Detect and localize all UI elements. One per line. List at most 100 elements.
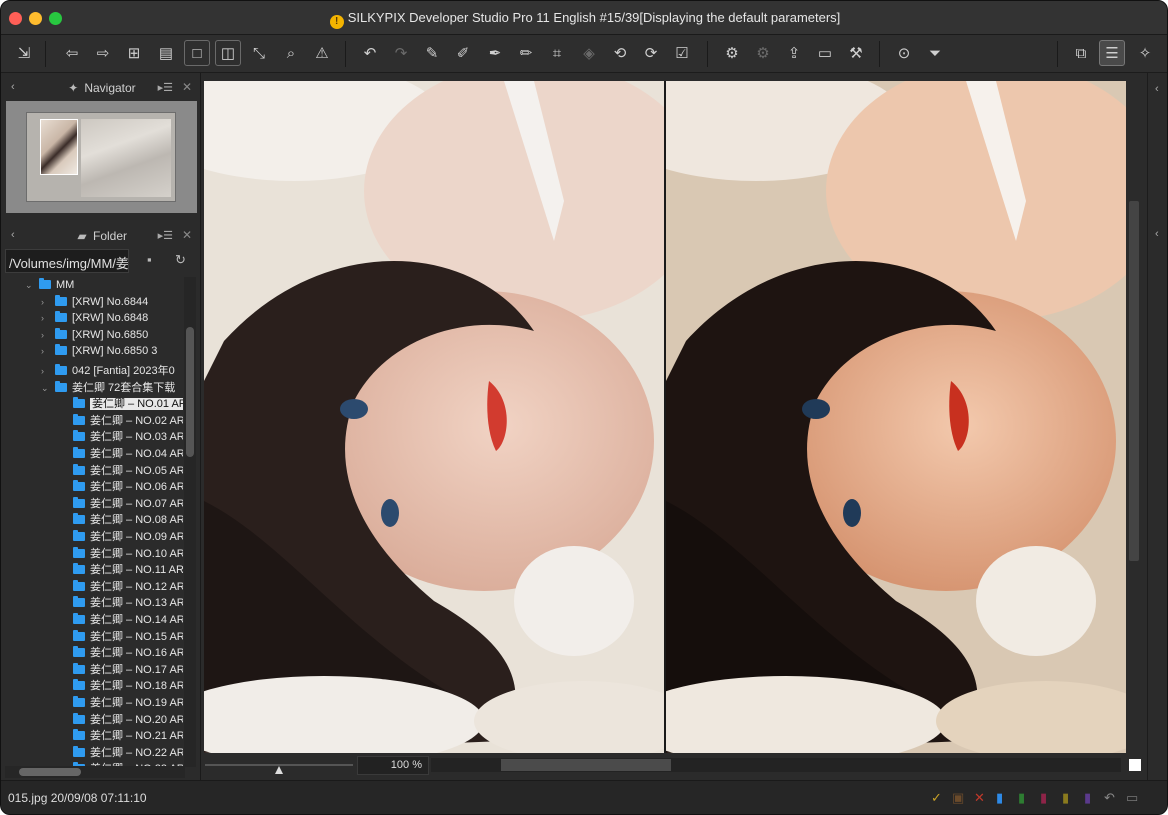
- develop-tool-icon[interactable]: ✎: [419, 40, 445, 66]
- check-mark-icon[interactable]: ✓: [931, 790, 942, 806]
- filmstrip-view-icon[interactable]: ▤: [153, 40, 179, 66]
- chevron-right-icon[interactable]: ›: [41, 330, 55, 340]
- batch-icon[interactable]: ⚙: [719, 40, 745, 66]
- tree-item[interactable]: 姜仁卿 – NO.02 AR: [73, 412, 183, 428]
- tag-blue-icon[interactable]: ▮: [996, 790, 1003, 806]
- rotate-left-icon[interactable]: ⟲: [607, 40, 633, 66]
- compare-view-icon[interactable]: ◫: [215, 40, 241, 66]
- tree-item[interactable]: 姜仁卿 – NO.16 AR: [73, 644, 183, 660]
- tree-item[interactable]: 姜仁卿 – NO.04 AR: [73, 445, 183, 461]
- zoom-slider-knob[interactable]: [275, 766, 283, 774]
- undo-icon[interactable]: ↶: [357, 40, 383, 66]
- chevron-right-icon[interactable]: ›: [41, 297, 55, 307]
- tree-item[interactable]: 姜仁卿 – NO.17 AR: [73, 661, 183, 677]
- paste-all-icon[interactable]: ✏: [513, 40, 539, 66]
- loupe-search-icon[interactable]: ⊙: [891, 40, 917, 66]
- brush-icon[interactable]: ✧: [1132, 40, 1158, 66]
- paste-params-icon[interactable]: ✒: [482, 40, 508, 66]
- viewer-vertical-thumb[interactable]: [1129, 201, 1139, 561]
- filter-icon[interactable]: ⏷: [922, 40, 948, 66]
- hammer-icon[interactable]: ⚒: [843, 40, 869, 66]
- tree-item[interactable]: 姜仁卿 – NO.19 AR: [73, 694, 183, 710]
- tree-item[interactable]: 姜仁卿 – NO.11 AR: [73, 561, 183, 577]
- tree-item[interactable]: 姜仁卿 – NO.08 AR: [73, 511, 183, 527]
- expand-right-icon[interactable]: ‹: [1155, 228, 1159, 240]
- chevron-down-icon[interactable]: ⌄: [41, 383, 55, 394]
- single-view-icon[interactable]: □: [184, 40, 210, 66]
- tree-item[interactable]: › [XRW] No.6850: [41, 327, 148, 345]
- tree-item[interactable]: 姜仁卿 – NO.05 AR: [73, 462, 183, 478]
- viewer-horizontal-thumb[interactable]: [501, 759, 671, 771]
- panel-menu-icon[interactable]: ▸☰: [158, 229, 173, 242]
- tree-item[interactable]: 姜仁卿 – NO.07 AR: [73, 495, 183, 511]
- preview-after[interactable]: [666, 81, 1126, 753]
- tree-item[interactable]: ⌄ MM: [25, 278, 74, 295]
- redo-icon[interactable]: ↷: [388, 40, 414, 66]
- crop-icon[interactable]: ⌗: [544, 40, 570, 66]
- tree-item[interactable]: 姜仁卿 – NO.06 AR: [73, 478, 183, 494]
- next-image-icon[interactable]: ⇨: [90, 40, 116, 66]
- layers-mark-icon[interactable]: ▣: [952, 790, 964, 806]
- tree-scrollbar[interactable]: [184, 277, 196, 767]
- chevron-right-icon[interactable]: ›: [41, 366, 55, 376]
- reject-mark-icon[interactable]: ✕: [974, 790, 985, 806]
- export-icon[interactable]: ⇪: [781, 40, 807, 66]
- tree-item[interactable]: 姜仁卿 – NO.15 AR: [73, 628, 183, 644]
- chevron-right-icon[interactable]: ›: [41, 346, 55, 356]
- warning-icon[interactable]: ⚠: [309, 40, 335, 66]
- tree-item[interactable]: 姜仁卿 – NO.21 AR: [73, 727, 183, 743]
- right-panel-collapsed[interactable]: ‹ ‹: [1147, 73, 1167, 780]
- tree-item[interactable]: 姜仁卿 – NO.14 AR: [73, 611, 183, 627]
- prev-image-icon[interactable]: ⇦: [59, 40, 85, 66]
- panel-menu-icon[interactable]: ▸☰: [158, 81, 173, 94]
- tree-item[interactable]: 姜仁卿 – NO.09 AR: [73, 528, 183, 544]
- navigator-preview[interactable]: [6, 101, 197, 213]
- tree-horizontal-thumb[interactable]: [19, 768, 81, 776]
- monitor-icon[interactable]: ▭: [812, 40, 838, 66]
- tree-item[interactable]: › [XRW] No.6848: [41, 311, 148, 328]
- browse-folder-icon[interactable]: ▪: [147, 252, 152, 267]
- tree-item[interactable]: 姜仁卿 – NO.20 AR: [73, 711, 183, 727]
- tag-purple-icon[interactable]: ▮: [1084, 790, 1091, 806]
- tree-item[interactable]: 姜仁卿 – NO.10 AR: [73, 545, 183, 561]
- tree-item[interactable]: 姜仁卿 – NO.03 AR: [73, 428, 183, 444]
- tree-item[interactable]: › [XRW] No.6844: [41, 294, 148, 312]
- tree-item[interactable]: ⌄ 姜仁卿 72套合集下载: [41, 379, 175, 395]
- tree-scroll-thumb[interactable]: [186, 327, 194, 457]
- revert-icon[interactable]: ↶: [1104, 790, 1115, 806]
- close-panel-icon[interactable]: ✕: [182, 228, 192, 242]
- chevron-down-icon[interactable]: ⌄: [25, 280, 39, 291]
- import-export-icon[interactable]: ⇲: [11, 40, 37, 66]
- copy-params-icon[interactable]: ✐: [450, 40, 476, 66]
- background-color-swatch[interactable]: [1129, 759, 1141, 771]
- rotate-right-icon[interactable]: ⟳: [638, 40, 664, 66]
- expand-right-top-icon[interactable]: ‹: [1155, 83, 1159, 95]
- tree-item[interactable]: › 042 [Fantia] 2023年0: [41, 362, 175, 378]
- adjust-panel-icon[interactable]: ☰: [1099, 40, 1125, 66]
- viewer-horizontal-scrollbar[interactable]: [431, 758, 1121, 772]
- close-panel-icon[interactable]: ✕: [182, 80, 192, 94]
- layers-icon[interactable]: ◈: [576, 40, 602, 66]
- grid-view-icon[interactable]: ⊞: [121, 40, 147, 66]
- zoom-icon[interactable]: ⌕: [278, 40, 304, 66]
- tree-item[interactable]: 姜仁卿 – NO.12 AR: [73, 578, 183, 594]
- camera-icon[interactable]: ▭: [1126, 790, 1138, 806]
- preview-before[interactable]: [204, 81, 664, 753]
- tag-green-icon[interactable]: ▮: [1018, 790, 1025, 806]
- image-viewer[interactable]: [204, 81, 1126, 753]
- tree-item[interactable]: 姜仁卿 – NO.13 AR: [73, 594, 183, 610]
- tag-red-icon[interactable]: ▮: [1040, 790, 1047, 806]
- tree-item[interactable]: 姜仁卿 – NO.18 AR: [73, 677, 183, 693]
- navigator-viewport-frame[interactable]: [40, 119, 78, 175]
- viewer-vertical-scrollbar[interactable]: [1127, 81, 1141, 753]
- tree-item[interactable]: › [XRW] No.6850 3: [41, 344, 157, 361]
- window-icon[interactable]: ⧉: [1068, 40, 1094, 66]
- zoom-level-field[interactable]: 100 %: [357, 756, 429, 775]
- tree-horizontal-scrollbar[interactable]: [5, 766, 185, 778]
- tree-item[interactable]: 姜仁卿 – NO.01 AR: [73, 395, 183, 411]
- tree-item[interactable]: 姜仁卿 – NO.22 AR: [73, 744, 183, 760]
- chevron-right-icon[interactable]: ›: [41, 313, 55, 323]
- refresh-icon[interactable]: ↻: [175, 252, 186, 268]
- tag-yellow-icon[interactable]: ▮: [1062, 790, 1069, 806]
- folder-path-field[interactable]: /Volumes/img/MM/姜仁卿: [5, 249, 129, 273]
